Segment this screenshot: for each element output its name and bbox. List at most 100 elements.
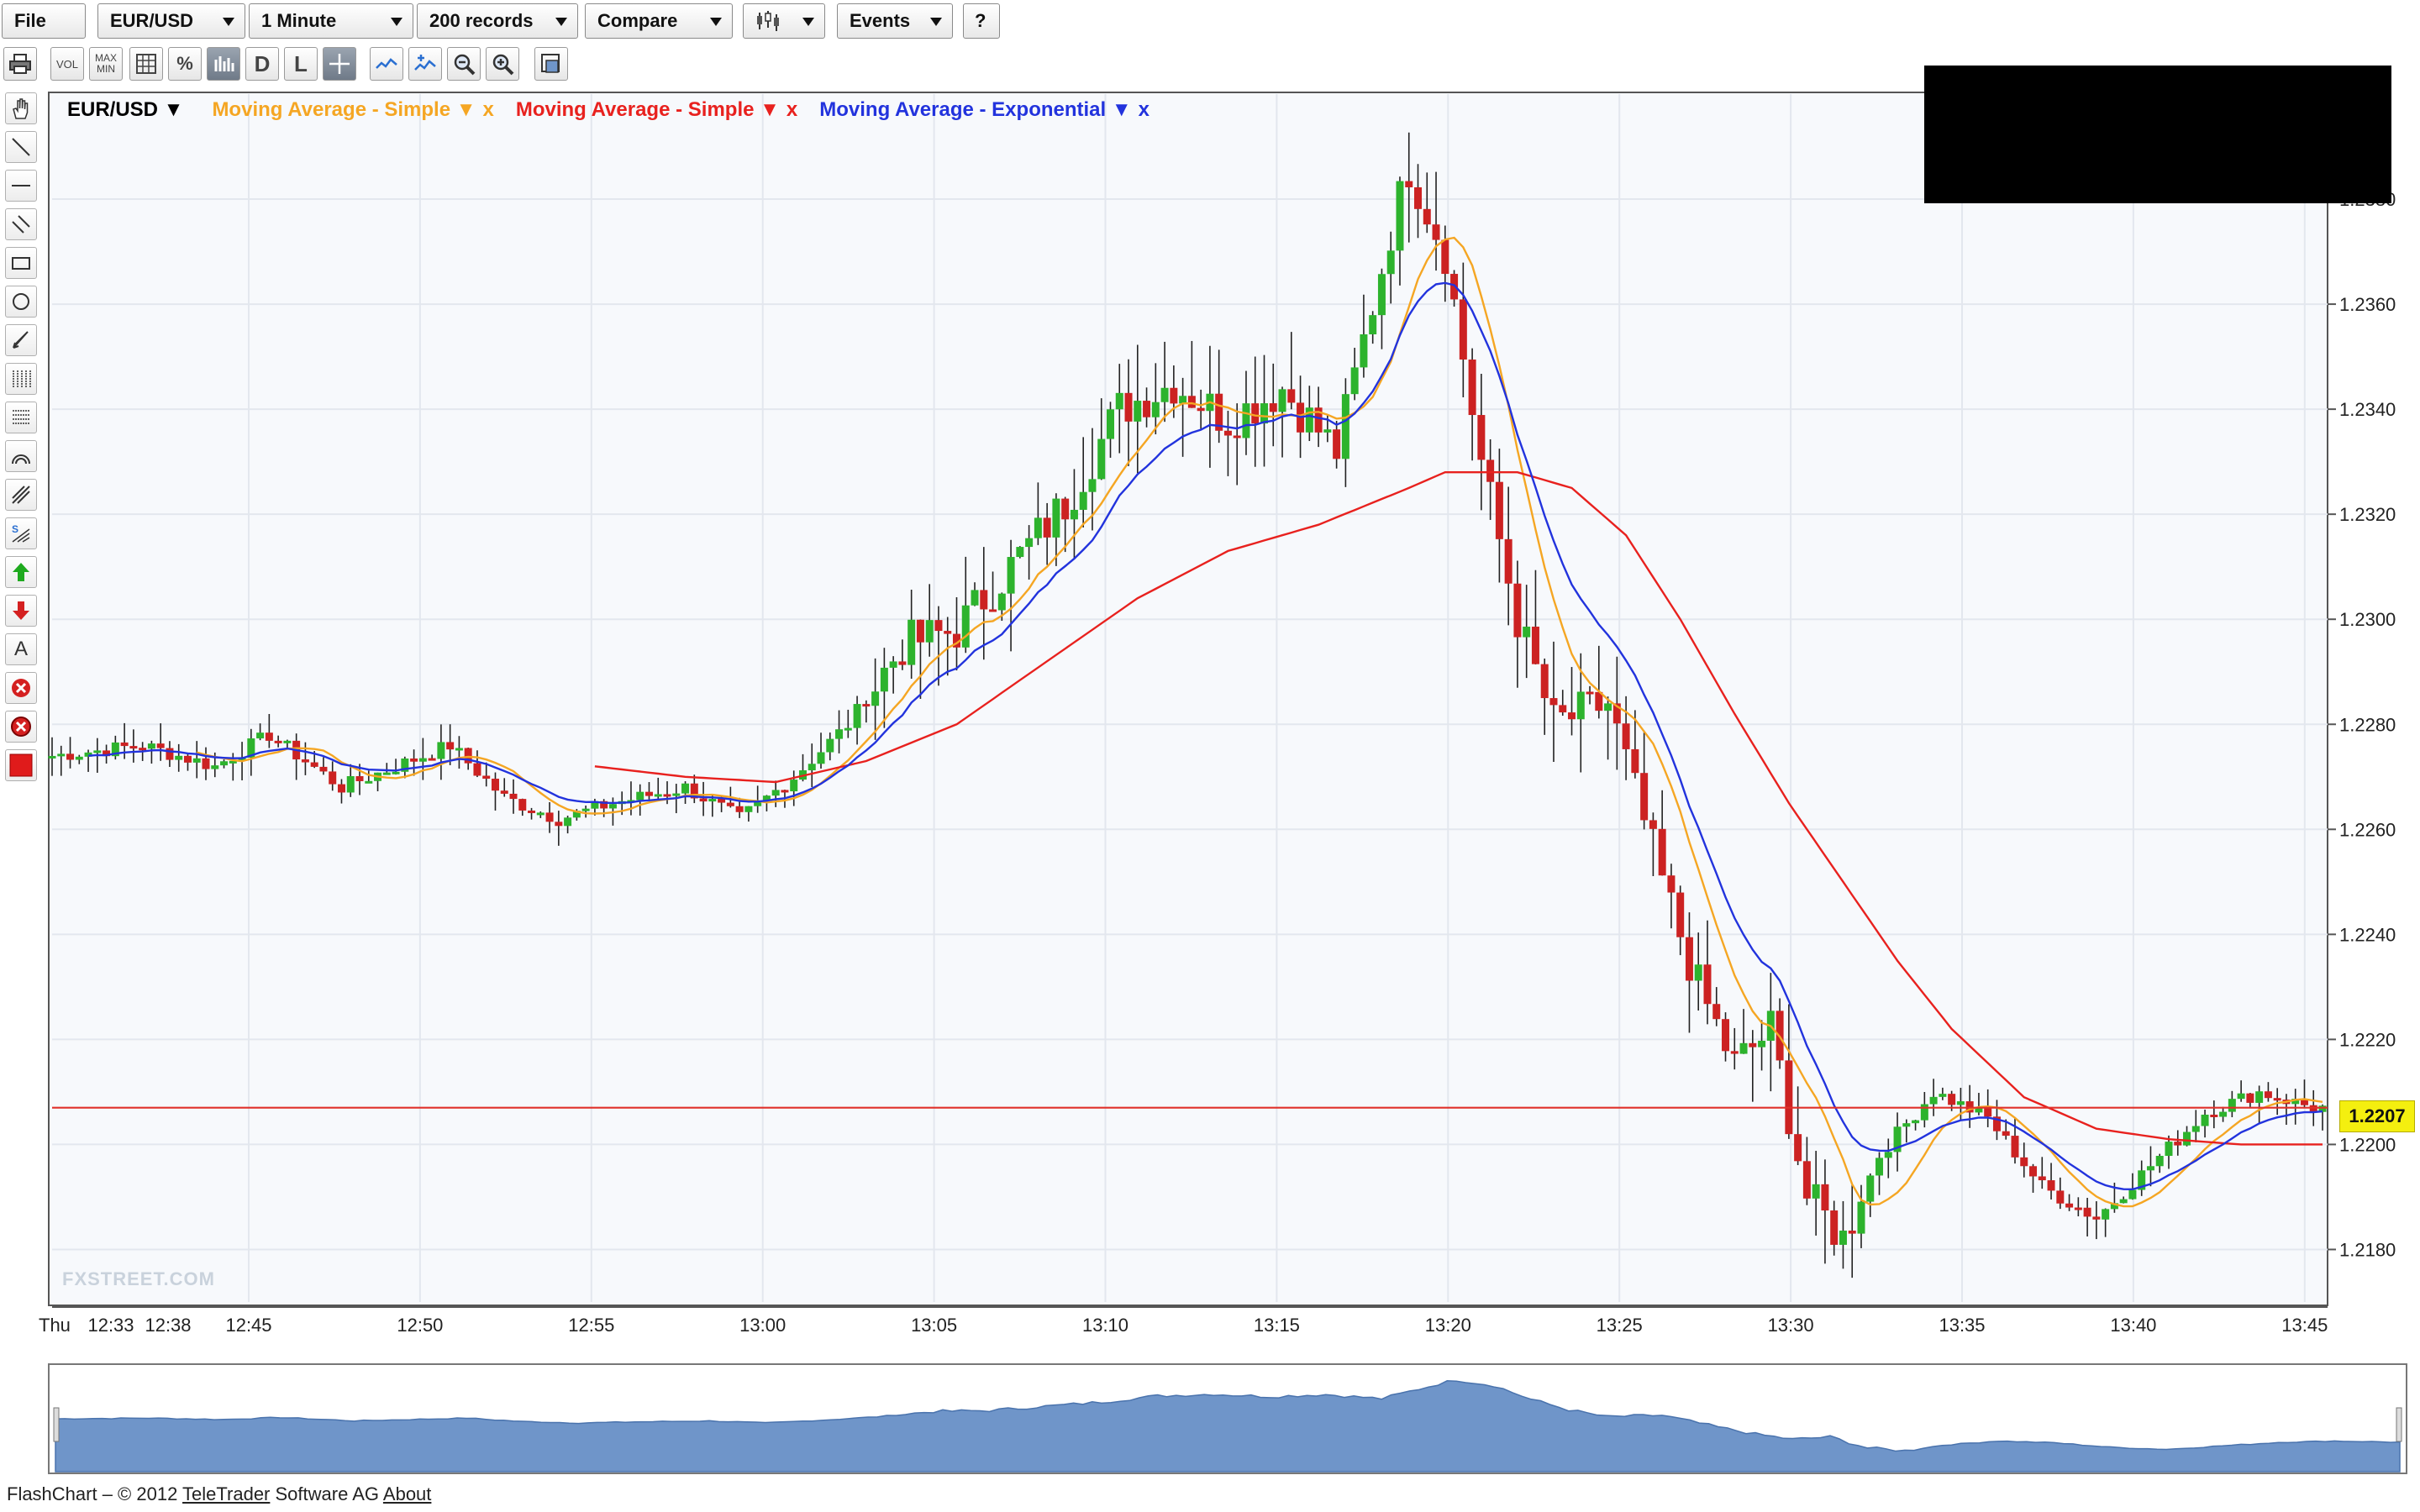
volume-toggle-button[interactable]: VOL xyxy=(50,47,84,81)
ellipse-tool-button[interactable] xyxy=(5,286,37,318)
chart-axes: 1.2180 1.2200 1.2220 1.2240 1.2260 1.2280 1.23… xyxy=(39,189,2396,1336)
candle-down xyxy=(934,620,943,632)
sell-arrow-tool-button[interactable] xyxy=(5,595,37,627)
x-tick-label: 13:40 xyxy=(2110,1315,2156,1336)
candle-down xyxy=(1640,773,1649,821)
candle-up xyxy=(1604,703,1612,711)
events-dropdown[interactable]: Events xyxy=(837,3,953,39)
trendline-tool-button[interactable] xyxy=(5,131,37,163)
rectangle-tool-button[interactable] xyxy=(5,247,37,279)
x-tick-label: 12:45 xyxy=(225,1315,271,1336)
candle-down xyxy=(1405,181,1413,188)
color-picker-button[interactable] xyxy=(5,749,37,781)
candle-down xyxy=(1459,299,1467,360)
candle-up xyxy=(2228,1099,2236,1112)
candle-up xyxy=(880,667,888,692)
candle-up xyxy=(798,770,807,780)
overview-right-handle xyxy=(2396,1407,2402,1442)
maxmin-label: MAX MIN xyxy=(94,52,117,75)
legend-sma-slow[interactable]: Moving Average - Simple ▼ xyxy=(516,98,780,122)
delete-object-button[interactable] xyxy=(5,672,37,704)
y-tick-label: 1.2340 xyxy=(2339,399,2396,420)
candle-down xyxy=(2210,1114,2218,1117)
candle-up xyxy=(229,760,237,764)
add-indicator-button[interactable] xyxy=(408,47,442,81)
fan-tool-button[interactable] xyxy=(5,479,37,511)
chart-grid xyxy=(52,94,2328,1302)
bar-chart-toggle-button[interactable] xyxy=(207,47,240,81)
candle-up xyxy=(1088,479,1097,492)
freehand-tool-button[interactable] xyxy=(5,324,37,356)
symbol-dropdown[interactable]: EUR/USD xyxy=(97,3,245,39)
candle-up xyxy=(1694,964,1702,981)
speed-lines-tool-button[interactable]: S xyxy=(5,517,37,549)
watermark-logo: FXSTREET.COM xyxy=(62,1268,215,1289)
channel-tool-button[interactable] xyxy=(5,208,37,240)
maxmin-toggle-button[interactable]: MAX MIN xyxy=(89,47,123,81)
file-menu-button[interactable]: File xyxy=(2,3,86,39)
candle-down xyxy=(1540,664,1549,699)
candle-up xyxy=(2155,1156,2164,1167)
arc-tool-button[interactable] xyxy=(5,440,37,472)
candle-up xyxy=(925,620,934,643)
candle-up xyxy=(961,605,970,648)
y-tick-label: 1.2180 xyxy=(2339,1239,2396,1260)
retracement-tool-button[interactable] xyxy=(5,402,37,433)
candle-up xyxy=(57,753,66,757)
chevron-down-icon xyxy=(555,18,567,26)
about-link[interactable]: About xyxy=(383,1483,432,1504)
candle-up xyxy=(1115,392,1123,410)
pan-tool-button[interactable] xyxy=(5,92,37,124)
legend-symbol[interactable]: EUR/USD ▼ xyxy=(67,98,183,122)
print-button[interactable] xyxy=(3,47,37,81)
candle-up xyxy=(418,758,427,762)
interval-dropdown[interactable]: 1 Minute xyxy=(249,3,413,39)
horizontal-line-icon xyxy=(12,185,30,186)
price-chart[interactable]: 1.2180 1.2200 1.2220 1.2240 1.2260 1.2280 1.23… xyxy=(0,0,2420,1512)
teletrader-link[interactable]: TeleTrader xyxy=(182,1483,270,1504)
buy-arrow-tool-button[interactable] xyxy=(5,556,37,588)
legend-ema[interactable]: Moving Average - Exponential ▼ xyxy=(819,98,1131,122)
candle-up xyxy=(2102,1209,2110,1220)
legend-sma-fast-close[interactable]: x xyxy=(482,98,493,122)
candle-up xyxy=(2219,1111,2228,1117)
candle-down xyxy=(944,631,952,634)
candle-down xyxy=(1143,401,1151,417)
candle-up xyxy=(1160,387,1169,402)
legend-ema-close[interactable]: x xyxy=(1139,98,1150,122)
candle-down xyxy=(2029,1166,2038,1177)
candle-down xyxy=(980,590,988,610)
chart-type-dropdown[interactable] xyxy=(743,3,825,39)
candle-down xyxy=(1722,1019,1730,1052)
export-image-button[interactable] xyxy=(534,47,568,81)
log-scale-button[interactable]: L xyxy=(284,47,318,81)
grid-toggle-button[interactable] xyxy=(129,47,163,81)
candle-up xyxy=(2191,1126,2200,1132)
indicator-button[interactable] xyxy=(370,47,403,81)
candle-down xyxy=(1992,1116,2001,1131)
horizontal-line-tool-button[interactable] xyxy=(5,170,37,202)
candle-down xyxy=(1477,415,1486,460)
help-button[interactable]: ? xyxy=(963,3,1000,39)
candle-up xyxy=(283,740,292,743)
legend-sma-fast[interactable]: Moving Average - Simple ▼ xyxy=(212,98,476,122)
crosshair-button[interactable] xyxy=(323,47,356,81)
fibonacci-tool-button[interactable] xyxy=(5,363,37,395)
percent-scale-button[interactable]: % xyxy=(168,47,202,81)
daily-button[interactable]: D xyxy=(245,47,279,81)
candle-down xyxy=(1486,459,1495,482)
zoom-out-button[interactable] xyxy=(447,47,481,81)
vertical-grid-icon xyxy=(13,370,31,387)
records-dropdown[interactable]: 200 records xyxy=(417,3,578,39)
legend-sma-slow-close[interactable]: x xyxy=(786,98,797,122)
x-tick-label: 12:38 xyxy=(145,1315,191,1336)
text-tool-button[interactable]: A xyxy=(5,633,37,665)
zoom-in-button[interactable] xyxy=(486,47,519,81)
compare-dropdown[interactable]: Compare xyxy=(585,3,733,39)
chevron-down-icon xyxy=(710,18,722,26)
delete-all-button[interactable] xyxy=(5,711,37,743)
candle-down xyxy=(2074,1207,2082,1210)
candle-up xyxy=(636,791,644,801)
current-price-tag: 1.2207 xyxy=(2339,1100,2415,1132)
candle-up xyxy=(1975,1107,1983,1113)
